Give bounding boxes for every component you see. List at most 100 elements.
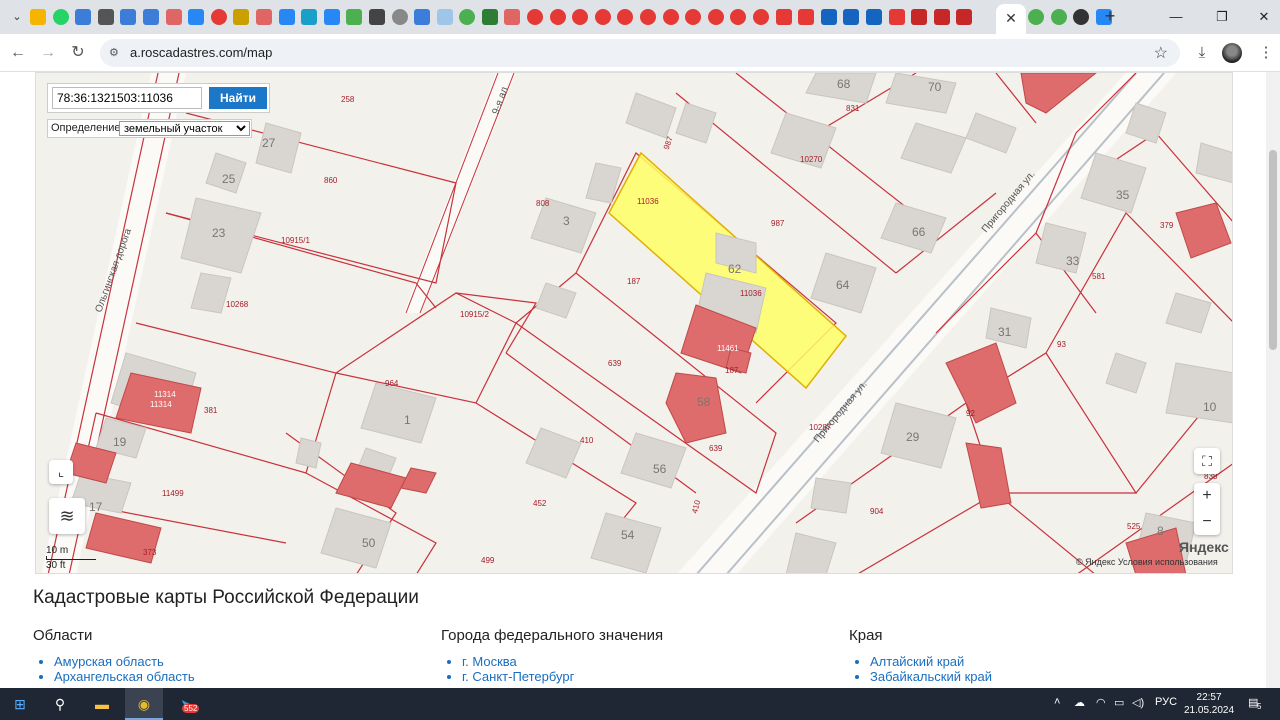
maximize-icon[interactable]: ❐ xyxy=(1212,8,1232,26)
tab-favicon[interactable] xyxy=(775,9,792,25)
tab-favicon[interactable] xyxy=(30,9,46,25)
tab-favicon[interactable] xyxy=(911,9,928,25)
tab-favicon[interactable] xyxy=(640,9,657,25)
scale-meters: 10 m xyxy=(46,545,69,556)
tab-favicon[interactable] xyxy=(685,9,702,25)
fullscreen-icon[interactable]: ⛶ xyxy=(1194,448,1220,474)
active-tab[interactable]: ✕ xyxy=(996,4,1026,34)
layers-icon[interactable]: ≋ xyxy=(49,498,85,534)
download-icon[interactable]: ⤓ xyxy=(1192,43,1212,63)
tab-favicon[interactable] xyxy=(888,9,905,25)
tab-favicon[interactable] xyxy=(368,9,385,25)
tab-favicon[interactable] xyxy=(798,9,815,25)
tab-favicon[interactable] xyxy=(707,9,724,25)
site-info-icon[interactable]: ⚙ xyxy=(109,46,123,60)
tab-favicon[interactable] xyxy=(956,9,973,25)
new-tab-button[interactable]: + xyxy=(1100,6,1120,26)
house-number: 8 xyxy=(1157,524,1164,538)
tab-favicon[interactable] xyxy=(323,9,340,25)
definition-select[interactable]: земельный участок xyxy=(119,121,250,136)
tab-search-chevron-icon[interactable]: ⌄ xyxy=(8,8,26,26)
house-number: 3 xyxy=(563,214,570,228)
reload-icon[interactable]: ↻ xyxy=(68,43,88,63)
profile-avatar[interactable] xyxy=(1222,43,1242,63)
tab-favicon[interactable] xyxy=(165,9,182,25)
tab-favicon[interactable] xyxy=(933,9,950,25)
cadastral-number-input[interactable] xyxy=(52,87,202,109)
house-number: 33 xyxy=(1066,254,1080,268)
map-canvas[interactable]: 258 860 10915/1 10268 808 11036 11036 98… xyxy=(36,73,1233,574)
city-link[interactable]: г. Москва xyxy=(462,654,663,669)
tab-favicon[interactable] xyxy=(233,9,250,25)
tab-favicon[interactable] xyxy=(255,9,272,25)
tab-favicon[interactable] xyxy=(301,9,318,25)
close-tab-icon[interactable]: ✕ xyxy=(1003,10,1019,26)
file-explorer-icon[interactable]: ▬ xyxy=(90,692,114,716)
tab-favicon[interactable] xyxy=(414,9,431,25)
map-copyright[interactable]: © Яндекс Условия использования xyxy=(1076,557,1218,567)
tab-favicon[interactable] xyxy=(481,9,498,25)
tab-favicon[interactable] xyxy=(594,9,611,25)
scrollbar-thumb[interactable] xyxy=(1269,150,1277,350)
tab-favicon[interactable] xyxy=(436,9,453,25)
tab-favicon[interactable] xyxy=(572,9,589,25)
tab-favicon[interactable] xyxy=(52,9,69,25)
tab-favicon[interactable] xyxy=(210,9,227,25)
search-button[interactable]: Найти xyxy=(209,87,267,109)
tab-favicon[interactable] xyxy=(459,9,476,25)
tray-chevron-icon[interactable]: ˄ xyxy=(1054,696,1060,708)
tab-favicon[interactable] xyxy=(865,9,882,25)
region-link[interactable]: Архангельская область xyxy=(54,669,195,684)
tab-favicon[interactable] xyxy=(504,9,521,25)
back-arrow-icon[interactable]: ← xyxy=(8,43,28,63)
tab-favicon[interactable] xyxy=(120,9,137,25)
battery-icon[interactable]: ▭ xyxy=(1114,696,1124,709)
forward-arrow-icon[interactable]: → xyxy=(38,43,58,63)
tray-app-icon[interactable]: ☁ xyxy=(1074,696,1085,709)
tab-favicon[interactable] xyxy=(662,9,679,25)
window-close-icon[interactable]: ✕ xyxy=(1254,8,1274,26)
ruler-icon[interactable]: ⌞ xyxy=(49,460,73,484)
tab-favicon[interactable] xyxy=(97,9,114,25)
address-bar[interactable]: ⚙ a.roscadastres.com/map ☆ xyxy=(100,39,1180,67)
zoom-out-button[interactable]: − xyxy=(1194,509,1220,535)
page-scrollbar[interactable] xyxy=(1266,72,1280,688)
house-number: 64 xyxy=(836,278,850,292)
zoom-in-button[interactable]: + xyxy=(1194,483,1220,509)
tab-favicon[interactable] xyxy=(346,9,363,25)
territory-link[interactable]: Забайкальский край xyxy=(870,669,992,684)
tab-favicon[interactable] xyxy=(617,9,634,25)
tab-favicon[interactable] xyxy=(843,9,860,25)
volume-icon[interactable]: ◁) xyxy=(1132,696,1144,709)
cadastral-map[interactable]: 258 860 10915/1 10268 808 11036 11036 98… xyxy=(35,72,1233,574)
house-number: 50 xyxy=(362,536,376,550)
bookmark-star-icon[interactable]: ☆ xyxy=(1154,43,1168,63)
tab-favicon[interactable] xyxy=(527,9,544,25)
territory-link[interactable]: Алтайский край xyxy=(870,654,992,669)
city-link[interactable]: г. Санкт-Петербург xyxy=(462,669,663,684)
tab-favicon[interactable] xyxy=(1073,9,1090,25)
tab-favicon[interactable] xyxy=(753,9,769,25)
url-text[interactable]: a.roscadastres.com/map xyxy=(130,45,272,60)
tab-favicon[interactable] xyxy=(278,9,295,25)
wifi-icon[interactable]: ◠ xyxy=(1096,696,1106,709)
tab-favicon[interactable] xyxy=(142,9,159,25)
menu-dots-icon[interactable]: ⋮ xyxy=(1256,43,1276,63)
tab-favicon[interactable] xyxy=(1028,9,1044,25)
region-link[interactable]: Амурская область xyxy=(54,654,195,669)
tab-favicon[interactable] xyxy=(75,9,92,25)
tab-favicon[interactable] xyxy=(391,9,408,25)
search-icon[interactable]: ⚲ xyxy=(48,692,72,716)
language-indicator[interactable]: РУС xyxy=(1155,696,1177,708)
clock[interactable]: 22:57 21.05.2024 xyxy=(1184,691,1234,717)
parcel-label: 373 xyxy=(143,548,157,557)
tab-favicon[interactable] xyxy=(820,9,837,25)
tab-favicon[interactable] xyxy=(549,9,566,25)
minimize-icon[interactable]: — xyxy=(1166,8,1186,26)
windows-start-icon[interactable]: ⊞ xyxy=(8,692,32,716)
chrome-icon[interactable]: ◉ xyxy=(132,692,156,716)
house-number: 62 xyxy=(728,262,742,276)
tab-favicon[interactable] xyxy=(1050,9,1067,25)
tab-favicon[interactable] xyxy=(188,9,205,25)
tab-favicon[interactable] xyxy=(730,9,747,25)
